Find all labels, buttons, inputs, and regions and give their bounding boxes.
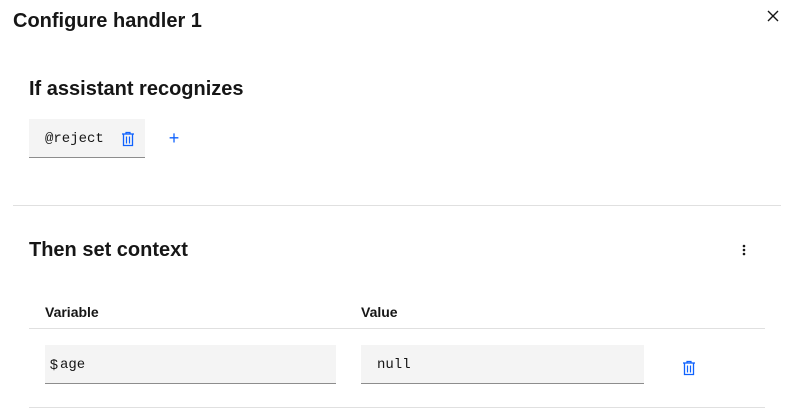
overflow-menu-icon <box>742 244 746 256</box>
modal-title: Configure handler 1 <box>13 10 202 32</box>
table-row-divider <box>29 407 765 408</box>
context-overflow-menu-button[interactable] <box>736 240 752 260</box>
delete-row-button[interactable] <box>681 359 697 377</box>
condition-tag-field[interactable]: @reject <box>29 119 145 158</box>
close-button[interactable] <box>762 5 784 27</box>
variable-input[interactable]: $ age <box>45 345 336 384</box>
trash-icon <box>122 131 134 147</box>
close-icon <box>767 10 779 22</box>
variable-prefix: $ <box>50 356 58 372</box>
section-divider <box>13 205 781 206</box>
recognize-section-title: If assistant recognizes <box>29 78 244 100</box>
column-header-variable: Variable <box>45 304 99 320</box>
condition-tag-label[interactable]: @reject <box>45 131 104 147</box>
column-header-value: Value <box>361 304 398 320</box>
value-value[interactable]: null <box>377 357 411 373</box>
add-condition-button[interactable]: + <box>165 129 183 147</box>
variable-value[interactable]: age <box>60 357 85 373</box>
context-section-title: Then set context <box>29 239 188 261</box>
table-header-divider <box>29 328 765 329</box>
delete-condition-button[interactable] <box>120 130 136 148</box>
add-icon: + <box>168 128 180 148</box>
value-input[interactable]: null <box>361 345 644 384</box>
configure-handler-modal: Configure handler 1 If assistant recogni… <box>0 0 791 418</box>
trash-icon <box>683 360 695 376</box>
